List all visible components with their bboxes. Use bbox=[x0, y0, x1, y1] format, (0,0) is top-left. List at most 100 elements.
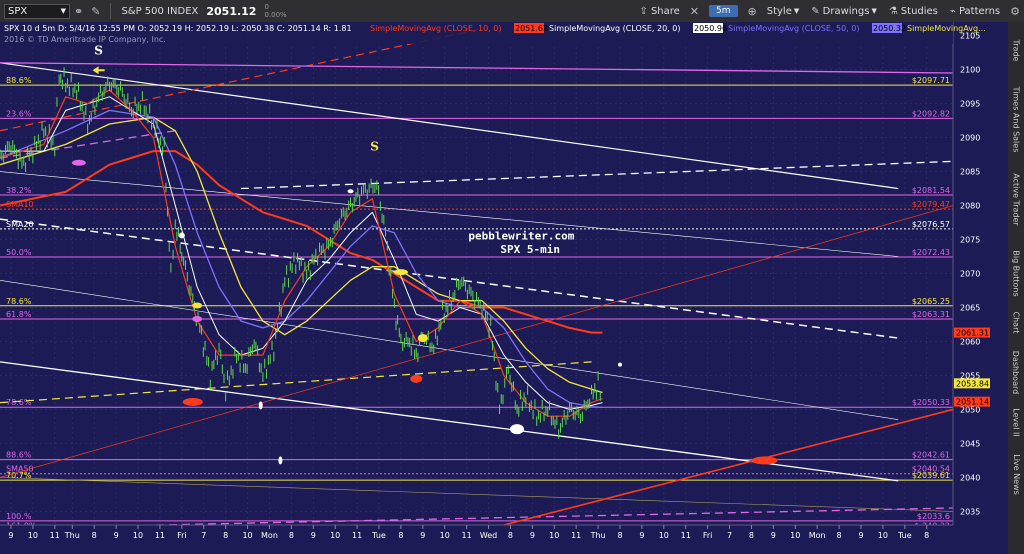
level-left-label: 78.6% bbox=[6, 297, 32, 306]
sidebar: Trade Times And Sales Active Trader Big But… bbox=[1007, 22, 1024, 554]
time-axis-tick-label: Tue bbox=[371, 531, 386, 540]
time-axis-background bbox=[0, 525, 1008, 554]
level-right-label: $2039.61 bbox=[912, 471, 950, 480]
interval-button[interactable]: 5m bbox=[709, 5, 738, 17]
sidebar-tab-label: Live News bbox=[1011, 454, 1021, 495]
time-axis-tick-label: 9 bbox=[639, 531, 644, 540]
level-left-label: 88.6% bbox=[6, 451, 32, 460]
annotation-marker bbox=[178, 232, 185, 239]
flask-icon: ⚗ bbox=[888, 5, 898, 17]
price-axis-tick-label: 2090 bbox=[960, 134, 980, 143]
toolbar-actions: ⇪ Share ✕ 5m ⊕ Style ▼ ✎ Drawings ▼ ⚗ St… bbox=[634, 0, 1024, 22]
price-tag-label: 2051.14 bbox=[956, 398, 989, 407]
sidebar-tab-dashboard[interactable]: Dashboard bbox=[1008, 347, 1024, 397]
price-axis-tick-label: 2095 bbox=[960, 100, 980, 109]
annotation-marker bbox=[751, 456, 778, 465]
symbol-text: SPX bbox=[8, 5, 28, 17]
level-right-label: $2092.82 bbox=[912, 109, 950, 118]
price-axis-tick-label: 2070 bbox=[960, 270, 980, 279]
zoom-icon[interactable]: ⊕ bbox=[748, 5, 757, 18]
price-tag-label: 2061.31 bbox=[956, 329, 989, 338]
chevron-down-icon: ▼ bbox=[793, 7, 800, 15]
price-axis-tick-label: 2045 bbox=[960, 439, 980, 448]
time-axis-tick-label: 9 bbox=[114, 531, 119, 540]
time-axis-tick-label: 11 bbox=[681, 531, 691, 540]
annotation-marker bbox=[278, 456, 283, 465]
patterns-icon: ⌁ bbox=[949, 5, 956, 17]
patterns-button[interactable]: ⌁ Patterns bbox=[950, 6, 1000, 17]
level-right-label: $2065.25 bbox=[912, 297, 950, 306]
price-axis-tick-label: 2085 bbox=[960, 168, 980, 177]
dropdown-arrow-icon[interactable]: ▼ bbox=[61, 7, 66, 15]
time-axis-tick-label: Thu bbox=[64, 531, 80, 540]
time-axis-tick-label: 8 bbox=[749, 531, 754, 540]
link-icon[interactable]: ⚭ bbox=[74, 5, 83, 18]
price-axis-tick-label: 2065 bbox=[960, 303, 980, 312]
time-axis-tick-label: 8 bbox=[837, 531, 842, 540]
pencil-icon: ✎ bbox=[811, 5, 820, 17]
level-right-label: $2097.71 bbox=[912, 76, 950, 85]
change-value: 0 bbox=[264, 3, 269, 11]
legend-entry: SimpleMovingAvg... bbox=[907, 24, 986, 33]
price-chart[interactable]: 88.6% $2097.71 23.6% $2092.82 38.2% $2081.54 S… bbox=[0, 22, 1008, 554]
legend-value: 2051.62 bbox=[515, 24, 548, 33]
time-axis-tick-label: 11 bbox=[352, 531, 362, 540]
settings-icon[interactable]: ⚙ bbox=[1010, 5, 1020, 18]
price-axis-tick-label: 2050 bbox=[960, 405, 980, 414]
level-right-label: $2072.43 bbox=[912, 248, 950, 257]
chart-app: SPX ▼ ⚭ ✎ S&P 500 INDEX 2051.12 0 0.00% … bbox=[0, 0, 1024, 554]
chart-annotation: pebblewriter.com bbox=[468, 230, 574, 243]
sidebar-tab-label: Times And Sales bbox=[1011, 86, 1021, 152]
level-right-label: $2050.33 bbox=[912, 398, 950, 407]
edit-icon[interactable]: ✎ bbox=[91, 5, 100, 18]
index-name: S&P 500 INDEX bbox=[121, 5, 199, 17]
close-icon[interactable]: ✕ bbox=[690, 5, 699, 18]
symbol-input[interactable]: SPX ▼ bbox=[4, 3, 70, 19]
studies-button[interactable]: ⚗ Studies bbox=[889, 6, 938, 17]
sidebar-tab-times-and-sales[interactable]: Times And Sales bbox=[1008, 84, 1024, 154]
legend-entry: SimpleMovingAvg (CLOSE, 20, 0) bbox=[549, 24, 680, 33]
level-right-label: $2033.6 bbox=[917, 512, 950, 521]
time-axis-tick-label: 9 bbox=[420, 531, 425, 540]
sidebar-tab-label: Trade bbox=[1011, 39, 1021, 61]
price-axis-tick-label: 2035 bbox=[960, 507, 980, 516]
time-axis-tick-label: Mon bbox=[261, 531, 278, 540]
time-axis-tick-label: 9 bbox=[530, 531, 535, 540]
annotation-marker bbox=[417, 334, 428, 343]
time-axis-tick-label: 10 bbox=[242, 531, 252, 540]
style-button[interactable]: Style ▼ bbox=[767, 6, 800, 17]
sidebar-tab-active-trader[interactable]: Active Trader bbox=[1008, 164, 1024, 234]
sidebar-tab-chart[interactable]: Chart bbox=[1008, 307, 1024, 337]
share-button[interactable]: ⇪ Share bbox=[640, 6, 680, 17]
sidebar-tab-level-ii[interactable]: Level II bbox=[1008, 402, 1024, 442]
sidebar-tab-live-news[interactable]: Live News bbox=[1008, 452, 1024, 497]
level-right-label: $2076.57 bbox=[912, 220, 950, 229]
time-axis-tick-label: 10 bbox=[440, 531, 450, 540]
level-right-label: $2063.31 bbox=[912, 310, 950, 319]
annotation-marker bbox=[510, 424, 525, 435]
time-axis-tick-label: 8 bbox=[508, 531, 513, 540]
chart-annotation: S bbox=[370, 139, 379, 153]
legend-value: 2050.32 bbox=[873, 24, 906, 33]
time-axis-tick-label: 8 bbox=[289, 531, 294, 540]
copyright-text: 2016 © TD Ameritrade IP Company, Inc. bbox=[4, 35, 166, 44]
level-left-label: 78.6% bbox=[6, 398, 32, 407]
time-axis-tick-label: 10 bbox=[330, 531, 340, 540]
level-left-label: 23.6% bbox=[6, 109, 32, 118]
share-label: Share bbox=[650, 5, 680, 17]
time-axis-tick-label: 8 bbox=[617, 531, 622, 540]
time-axis-tick-label: 9 bbox=[858, 531, 863, 540]
legend-value: 2050.96 bbox=[694, 24, 727, 33]
level-left-label: 70.7% bbox=[6, 471, 32, 480]
sidebar-tab-trade[interactable]: Trade bbox=[1008, 30, 1024, 70]
time-axis-tick-label: 9 bbox=[771, 531, 776, 540]
style-label: Style bbox=[766, 5, 792, 17]
time-axis-tick-label: Tue bbox=[897, 531, 912, 540]
sidebar-tab-big-buttons[interactable]: Big Buttons bbox=[1008, 244, 1024, 302]
drawings-button[interactable]: ✎ Drawings ▼ bbox=[811, 6, 877, 17]
annotation-marker bbox=[617, 362, 622, 367]
time-axis-tick-label: Thu bbox=[590, 531, 606, 540]
time-axis-tick-label: 11 bbox=[462, 531, 472, 540]
price-axis-tick-label: 2100 bbox=[960, 66, 980, 75]
time-axis-tick-label: 10 bbox=[878, 531, 888, 540]
